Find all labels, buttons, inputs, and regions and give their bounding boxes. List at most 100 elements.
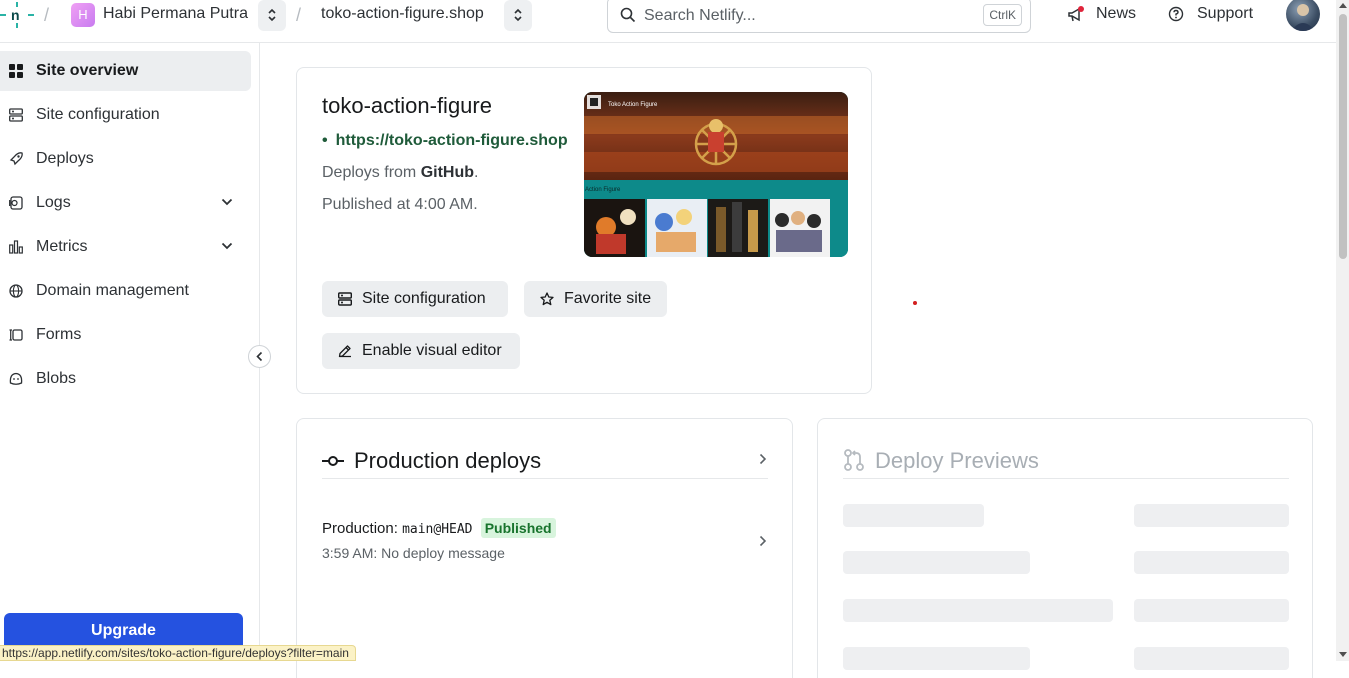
search-icon bbox=[620, 7, 636, 23]
pull-request-icon bbox=[844, 449, 864, 471]
status-badge: Published bbox=[480, 518, 556, 538]
preview-section-label: Action Figure bbox=[585, 187, 621, 193]
team-switcher-button[interactable] bbox=[258, 0, 286, 31]
user-photo-icon bbox=[1291, 4, 1315, 31]
deploy-source-text: Deploys from GitHub. bbox=[322, 164, 478, 182]
site-url-text: https://toko-action-figure.shop bbox=[335, 132, 568, 149]
deploy-source-suffix: . bbox=[474, 164, 479, 181]
grid-icon bbox=[9, 64, 23, 78]
sidebar-item-label: Site overview bbox=[36, 62, 139, 79]
chevron-left-icon bbox=[256, 351, 263, 362]
site-title: toko-action-figure bbox=[322, 93, 492, 118]
scroll-up-arrow[interactable] bbox=[1339, 3, 1347, 8]
site-switcher-button[interactable] bbox=[504, 0, 532, 31]
search-input[interactable]: Search Netlify... CtrlK bbox=[607, 0, 1031, 33]
sidebar-item-deploys[interactable]: Deploys bbox=[0, 139, 251, 179]
favorite-site-button[interactable]: Favorite site bbox=[524, 281, 667, 317]
top-bar: n / H Habi Permana Putra / toko-action-f… bbox=[0, 0, 1336, 43]
logs-icon bbox=[9, 196, 23, 210]
sidebar-item-label: Forms bbox=[36, 326, 82, 343]
chevron-right-icon[interactable] bbox=[759, 535, 767, 547]
chevron-down-icon[interactable] bbox=[221, 198, 233, 206]
help-circle-icon bbox=[1168, 6, 1184, 22]
sidebar-item-label: Blobs bbox=[36, 370, 77, 387]
loading-skeleton bbox=[843, 551, 1030, 574]
site-configuration-button-label: Site configuration bbox=[362, 290, 486, 307]
published-time-text: Published at 4:00 AM. bbox=[322, 196, 478, 213]
pencil-icon bbox=[338, 345, 351, 358]
bullet-dot: • bbox=[322, 132, 328, 149]
team-avatar[interactable]: H bbox=[71, 3, 95, 27]
user-avatar[interactable] bbox=[1286, 0, 1320, 31]
commit-icon bbox=[322, 456, 344, 466]
site-configuration-button[interactable]: Site configuration bbox=[322, 281, 508, 317]
sidebar-item-label: Deploys bbox=[36, 150, 94, 167]
chevron-down-icon[interactable] bbox=[221, 242, 233, 250]
deploy-previews-card: Deploy Previews bbox=[817, 418, 1313, 678]
sidebar-item-domain-management[interactable]: Domain management bbox=[0, 271, 251, 311]
blobs-icon bbox=[9, 372, 23, 385]
loading-skeleton bbox=[843, 504, 984, 527]
star-icon bbox=[540, 292, 554, 306]
megaphone-icon bbox=[1068, 6, 1084, 22]
loading-skeleton bbox=[843, 647, 1030, 670]
news-label: News bbox=[1096, 5, 1137, 22]
sidebar-item-logs[interactable]: Logs bbox=[0, 183, 251, 223]
settings-icon bbox=[338, 292, 352, 306]
chevron-right-icon[interactable] bbox=[759, 453, 767, 465]
collapse-sidebar-button[interactable] bbox=[248, 345, 271, 368]
site-screenshot-image: Toko Action Figure Action Figure bbox=[584, 92, 848, 257]
production-deploys-title[interactable]: Production deploys bbox=[354, 448, 541, 474]
deploy-source-provider[interactable]: GitHub bbox=[421, 164, 474, 181]
deploy-subtitle: 3:59 AM: No deploy message bbox=[322, 545, 505, 561]
settings-icon bbox=[9, 108, 23, 122]
browser-status-url: https://app.netlify.com/sites/toko-actio… bbox=[0, 645, 356, 661]
sidebar-item-label: Site configuration bbox=[36, 106, 160, 123]
rocket-icon bbox=[9, 152, 23, 166]
preview-site-title: Toko Action Figure bbox=[608, 102, 658, 108]
sidebar-item-forms[interactable]: Forms bbox=[0, 315, 251, 355]
enable-visual-editor-button-label: Enable visual editor bbox=[362, 342, 502, 359]
page-scrollbar[interactable] bbox=[1336, 0, 1349, 661]
sidebar-item-site-configuration[interactable]: Site configuration bbox=[0, 95, 251, 135]
section-divider bbox=[843, 478, 1289, 479]
site-overview-card: toko-action-figure • https://toko-action-… bbox=[296, 67, 872, 394]
search-shortcut-hint: CtrlK bbox=[983, 4, 1022, 26]
sidebar-item-label: Metrics bbox=[36, 238, 88, 255]
team-name[interactable]: Habi Permana Putra bbox=[103, 5, 248, 23]
sidebar-item-metrics[interactable]: Metrics bbox=[0, 227, 251, 267]
red-dot-marker bbox=[913, 301, 917, 305]
site-url-link[interactable]: • https://toko-action-figure.shop bbox=[322, 132, 568, 150]
loading-skeleton bbox=[1134, 504, 1289, 527]
netlify-logo-icon[interactable]: n bbox=[0, 2, 34, 28]
sidebar-item-site-overview[interactable]: Site overview bbox=[0, 51, 251, 91]
deploy-row[interactable]: Production: main@HEAD Published bbox=[322, 518, 556, 538]
deploy-branch-ref: main@HEAD bbox=[402, 522, 473, 537]
loading-skeleton bbox=[1134, 599, 1289, 622]
sidebar-item-label: Logs bbox=[36, 194, 71, 211]
deploy-source-prefix: Deploys from bbox=[322, 164, 421, 181]
loading-skeleton bbox=[1134, 647, 1289, 670]
sidebar-item-blobs[interactable]: Blobs bbox=[0, 359, 251, 399]
search-placeholder: Search Netlify... bbox=[644, 7, 756, 24]
breadcrumb-separator: / bbox=[296, 5, 302, 25]
scrollbar-thumb[interactable] bbox=[1339, 14, 1347, 259]
sidebar-item-label: Domain management bbox=[36, 282, 189, 299]
forms-icon bbox=[9, 329, 23, 341]
bar-chart-icon bbox=[9, 240, 23, 254]
deploy-previews-title[interactable]: Deploy Previews bbox=[875, 448, 1039, 474]
chevron-up-down-icon bbox=[268, 8, 276, 22]
enable-visual-editor-button[interactable]: Enable visual editor bbox=[322, 333, 520, 369]
site-preview-thumbnail[interactable]: Toko Action Figure Action Figure bbox=[584, 92, 848, 257]
support-label: Support bbox=[1197, 5, 1254, 22]
svg-text:n: n bbox=[11, 7, 20, 23]
site-name[interactable]: toko-action-figure.shop bbox=[321, 5, 484, 23]
loading-skeleton bbox=[843, 599, 1113, 622]
scroll-down-arrow[interactable] bbox=[1339, 652, 1347, 657]
chevron-up-down-icon bbox=[514, 8, 522, 22]
section-divider bbox=[322, 478, 768, 479]
sidebar: Site overview Site configuration Deploys… bbox=[0, 43, 260, 661]
loading-skeleton bbox=[1134, 551, 1289, 574]
favorite-site-button-label: Favorite site bbox=[564, 290, 652, 307]
breadcrumb-separator: / bbox=[44, 5, 50, 25]
